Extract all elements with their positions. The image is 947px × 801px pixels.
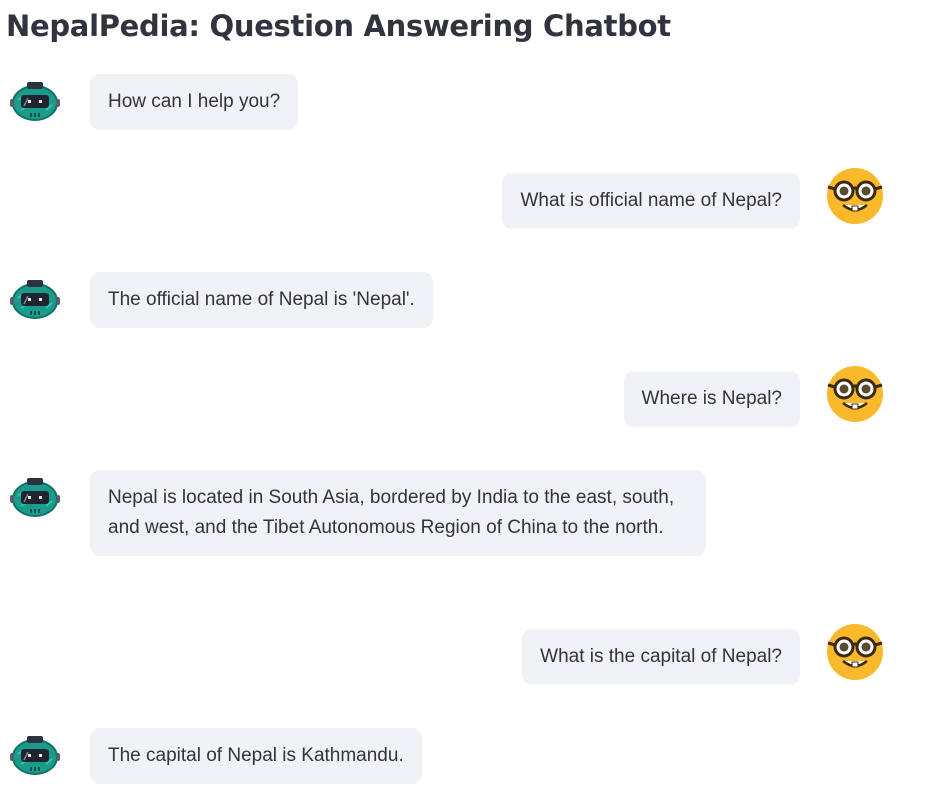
robot-icon	[6, 270, 64, 328]
chat-message-text: The capital of Nepal is Kathmandu.	[90, 728, 422, 784]
robot-icon	[6, 726, 64, 784]
chat-message-text: What is the capital of Nepal?	[522, 629, 800, 685]
page-title: NepalPedia: Question Answering Chatbot	[6, 9, 671, 43]
nerd-face-icon	[826, 365, 884, 423]
robot-icon	[6, 468, 64, 526]
chat-message-text: How can I help you?	[90, 74, 299, 130]
chat-message-text: Where is Nepal?	[623, 371, 800, 427]
chat-message-text: The official name of Nepal is 'Nepal'.	[90, 272, 433, 328]
nerd-face-icon	[826, 167, 884, 225]
chat-message-text: Nepal is located in South Asia, bordered…	[90, 470, 706, 556]
chat-message-text: What is official name of Nepal?	[502, 173, 800, 229]
nerd-face-icon	[826, 623, 884, 681]
robot-icon	[6, 72, 64, 130]
